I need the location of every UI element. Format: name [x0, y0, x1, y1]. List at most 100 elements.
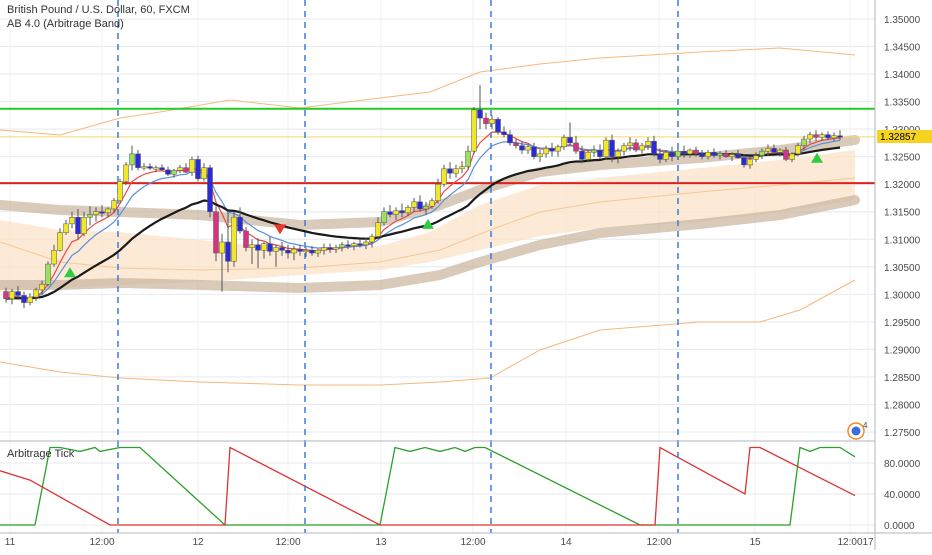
- candle-body: [363, 241, 369, 246]
- candle-body: [633, 142, 639, 151]
- candle-body: [435, 183, 441, 201]
- candle-body: [225, 241, 231, 262]
- candle-body: [807, 134, 813, 140]
- candle-body: [99, 211, 105, 214]
- candle-body: [201, 167, 207, 179]
- candle-body: [573, 142, 579, 152]
- candle-body: [75, 216, 81, 235]
- candle-body: [393, 210, 399, 215]
- candle-body: [189, 159, 195, 173]
- time-tick-label: 12: [192, 537, 204, 548]
- candle-body: [153, 167, 159, 170]
- candle-body: [333, 247, 339, 250]
- candle-body: [357, 243, 363, 246]
- candle-body: [447, 168, 453, 174]
- candle: [471, 107, 477, 154]
- candle-body: [249, 244, 255, 248]
- candle-body: [399, 210, 405, 214]
- candle-body: [39, 284, 45, 291]
- candle-body: [177, 167, 183, 171]
- price-tick-label: 1.28000: [884, 400, 921, 411]
- price-tick-label: 1.35000: [884, 15, 921, 26]
- candle-body: [141, 166, 147, 169]
- candle-body: [489, 118, 495, 124]
- time-tick-label: 12:00: [89, 537, 114, 548]
- candle-body: [87, 214, 93, 218]
- price-tick-label: 1.31500: [884, 208, 921, 219]
- candle-body: [117, 181, 123, 201]
- candle-body: [579, 150, 585, 160]
- price-tick-label: 1.31000: [884, 235, 921, 246]
- oscillator-legend: Arbitrage Tick: [7, 448, 75, 460]
- price-tick-label: 1.33500: [884, 98, 921, 109]
- candle-body: [21, 295, 27, 303]
- candle-body: [123, 164, 129, 182]
- candle-body: [9, 291, 15, 299]
- candle-body: [351, 243, 357, 247]
- candle-body: [675, 150, 681, 157]
- candle: [213, 206, 219, 262]
- candle-body: [45, 263, 51, 285]
- candle: [195, 155, 201, 182]
- osc-tick-label: 0.0000: [884, 521, 915, 532]
- time-tick-label: 12:00: [460, 537, 485, 548]
- candle-body: [519, 145, 525, 151]
- candle-body: [219, 241, 225, 254]
- time-tick-label: 12:00: [275, 537, 300, 548]
- candle-body: [597, 149, 603, 157]
- candle-body: [255, 244, 261, 251]
- time-tick-label: 12:00: [646, 537, 671, 548]
- time-tick-label: 14: [560, 537, 572, 548]
- price-tick-label: 1.30500: [884, 263, 921, 274]
- candle-body: [711, 152, 717, 156]
- candle-body: [651, 140, 657, 155]
- candle-body: [147, 166, 153, 169]
- candle-body: [81, 216, 87, 235]
- candle-body: [111, 200, 117, 210]
- candle-body: [339, 244, 345, 248]
- candle-body: [381, 211, 387, 223]
- candle-body: [135, 153, 141, 168]
- candle-body: [471, 109, 477, 152]
- candle-body: [321, 247, 327, 251]
- candle-body: [285, 250, 291, 254]
- time-tick-label: 17: [862, 537, 874, 548]
- candle-body: [525, 146, 531, 151]
- candle-body: [483, 117, 489, 124]
- candle: [207, 164, 213, 218]
- candle-body: [291, 248, 297, 254]
- candle-body: [603, 139, 609, 157]
- price-tick-label: 1.32000: [884, 180, 921, 191]
- candle-body: [693, 149, 699, 155]
- chart-canvas[interactable]: 1.350001.345001.340001.335001.330001.325…: [0, 0, 932, 550]
- candle-body: [27, 296, 33, 303]
- candle-body: [465, 150, 471, 167]
- candle-body: [129, 153, 135, 166]
- candle-body: [207, 167, 213, 212]
- candle-body: [621, 145, 627, 152]
- time-tick-label: 11: [5, 537, 16, 548]
- candle-body: [315, 250, 321, 254]
- tradingview-chart[interactable]: 1.350001.345001.340001.335001.330001.325…: [0, 0, 932, 550]
- candle-body: [777, 149, 783, 153]
- candle-body: [459, 166, 465, 170]
- price-tick-label: 1.27500: [884, 428, 921, 439]
- candle-body: [657, 153, 663, 160]
- candle-body: [171, 170, 177, 175]
- candle-body: [747, 159, 753, 166]
- candle-body: [681, 150, 687, 155]
- candle-body: [375, 222, 381, 237]
- price-tick-label: 1.28500: [884, 373, 921, 384]
- candle-body: [63, 223, 69, 233]
- candle-body: [801, 138, 807, 146]
- candle-body: [165, 169, 171, 175]
- candle-body: [771, 148, 777, 153]
- candle-body: [723, 153, 729, 157]
- candle-body: [411, 201, 417, 208]
- candle-body: [243, 230, 249, 248]
- candle-body: [69, 216, 75, 225]
- candle-body: [297, 248, 303, 252]
- time-tick-label: 13: [375, 537, 387, 548]
- candle-body: [663, 152, 669, 160]
- candle-body: [531, 146, 537, 157]
